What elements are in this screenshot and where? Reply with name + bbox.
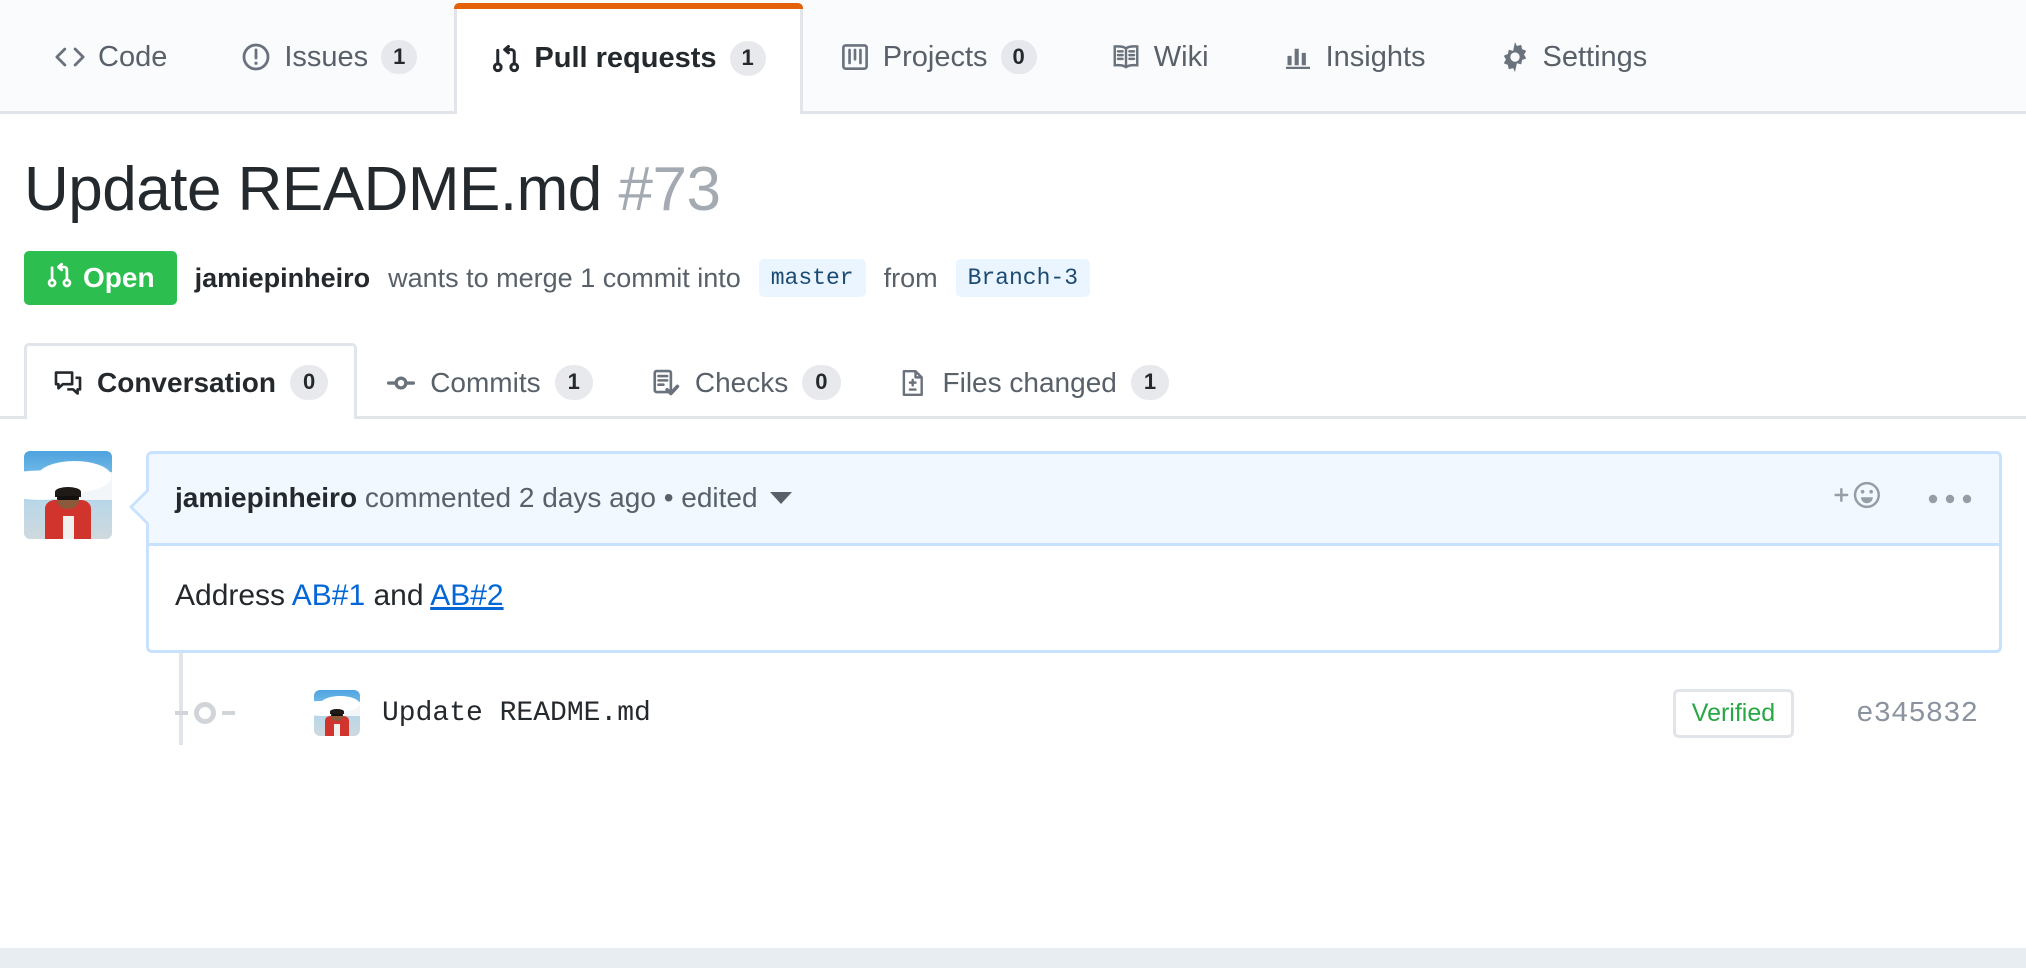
nav-tab-issues-counter: 1 [381,40,417,75]
kebab-horizontal-icon[interactable] [1927,482,1973,514]
commit-timeline-item: Update README.md Verified e345832 [24,681,2002,745]
base-branch-chip[interactable]: master [759,259,866,297]
comment-action: commented [365,482,511,514]
file-diff-icon [899,368,929,398]
tab-commits-label: Commits [430,367,540,399]
comment-discussion-icon [53,368,83,398]
pull-request-number: #73 [619,155,721,224]
comment-body-prefix: Address [175,579,292,612]
commit-sha[interactable]: e345832 [1856,697,1978,730]
git-pull-request-icon [46,262,73,294]
tab-commits[interactable]: Commits 1 [357,343,622,419]
comment-box: jamiepinheiro commented 2 days ago • edi… [146,451,2002,654]
tab-conversation-counter: 0 [290,365,328,400]
nav-tab-projects-counter: 0 [1001,40,1037,75]
nav-tab-projects[interactable]: Projects 0 [803,0,1074,111]
comment-edited-label[interactable]: edited [681,482,757,514]
pull-request-subnav: Conversation 0 Commits 1 Checks 0 Files … [0,343,2026,419]
commit-meta: Verified e345832 [1673,689,1978,738]
pull-request-title: Update README.md [24,155,602,224]
comment-link-ab1[interactable]: AB#1 [292,579,365,612]
nav-tab-projects-label: Projects [883,41,988,74]
tab-checks-label: Checks [695,367,788,399]
pull-request-meta: Open jamiepinheiro wants to merge 1 comm… [24,251,2002,305]
nav-tab-settings[interactable]: Settings [1463,0,1685,111]
nav-tab-insights-label: Insights [1326,41,1426,74]
conversation-timeline: jamiepinheiro commented 2 days ago • edi… [0,419,2026,746]
status-badge: Open [24,251,177,305]
comment-link-ab2[interactable]: AB#2 [430,579,503,612]
nav-tab-pull-requests[interactable]: Pull requests 1 [454,3,802,114]
comment-separator: • [664,482,674,514]
tab-conversation[interactable]: Conversation 0 [24,343,357,419]
tab-files-changed-counter: 1 [1131,365,1169,400]
comment-author[interactable]: jamiepinheiro [175,482,357,514]
nav-tab-issues[interactable]: Issues 1 [204,0,454,111]
nav-tab-issues-label: Issues [284,41,368,74]
nav-tab-insights[interactable]: Insights [1246,0,1463,111]
comment-header: jamiepinheiro commented 2 days ago • edi… [149,454,1999,546]
code-icon [55,42,85,72]
merge-description-from: from [884,263,938,294]
nav-tab-settings-label: Settings [1543,41,1648,74]
head-branch-chip[interactable]: Branch-3 [956,259,1090,297]
chevron-down-icon[interactable] [770,492,792,504]
commit-author-avatar[interactable] [314,690,360,736]
footer-strip [0,948,2026,968]
merge-description-text: wants to merge 1 commit into [388,263,741,294]
tab-commits-counter: 1 [555,365,593,400]
checklist-icon [651,368,681,398]
gear-icon [1500,42,1530,72]
pull-request-author[interactable]: jamiepinheiro [195,263,371,294]
tab-checks-counter: 0 [802,365,840,400]
comment-actions [1829,478,1973,519]
timeline-node-icon [187,695,223,731]
issue-opened-icon [241,42,271,72]
nav-tab-wiki-label: Wiki [1154,41,1209,74]
pull-request-header: Update README.md #73 Open jamiepinheiro … [0,114,2026,305]
add-reaction-smiley-icon[interactable] [1829,478,1885,519]
commit-message[interactable]: Update README.md [382,698,651,729]
avatar[interactable] [24,451,112,539]
commit-main: Update README.md [314,690,651,736]
nav-tab-code[interactable]: Code [18,0,204,111]
tab-files-changed[interactable]: Files changed 1 [870,343,1199,419]
book-icon [1111,42,1141,72]
nav-tab-pull-requests-label: Pull requests [534,42,716,75]
project-board-icon [840,42,870,72]
comment-item: jamiepinheiro commented 2 days ago • edi… [24,451,2002,654]
tab-checks[interactable]: Checks 0 [622,343,870,419]
comment-body: Address AB#1 and AB#2 [149,546,1999,651]
verified-badge[interactable]: Verified [1673,689,1794,738]
graph-icon [1283,42,1313,72]
tab-files-changed-label: Files changed [943,367,1117,399]
status-badge-label: Open [83,264,155,292]
nav-tab-pull-requests-counter: 1 [730,41,766,76]
git-commit-icon [386,368,416,398]
comment-timestamp[interactable]: 2 days ago [519,482,656,514]
tab-conversation-label: Conversation [97,367,276,399]
nav-tab-code-label: Code [98,41,167,74]
repository-nav: Code Issues 1 Pull requests 1 Projects 0… [0,0,2026,114]
comment-body-middle: and [365,579,430,612]
page-title: Update README.md #73 [24,154,2002,225]
git-pull-request-icon [491,44,521,74]
nav-tab-wiki[interactable]: Wiki [1074,0,1246,111]
